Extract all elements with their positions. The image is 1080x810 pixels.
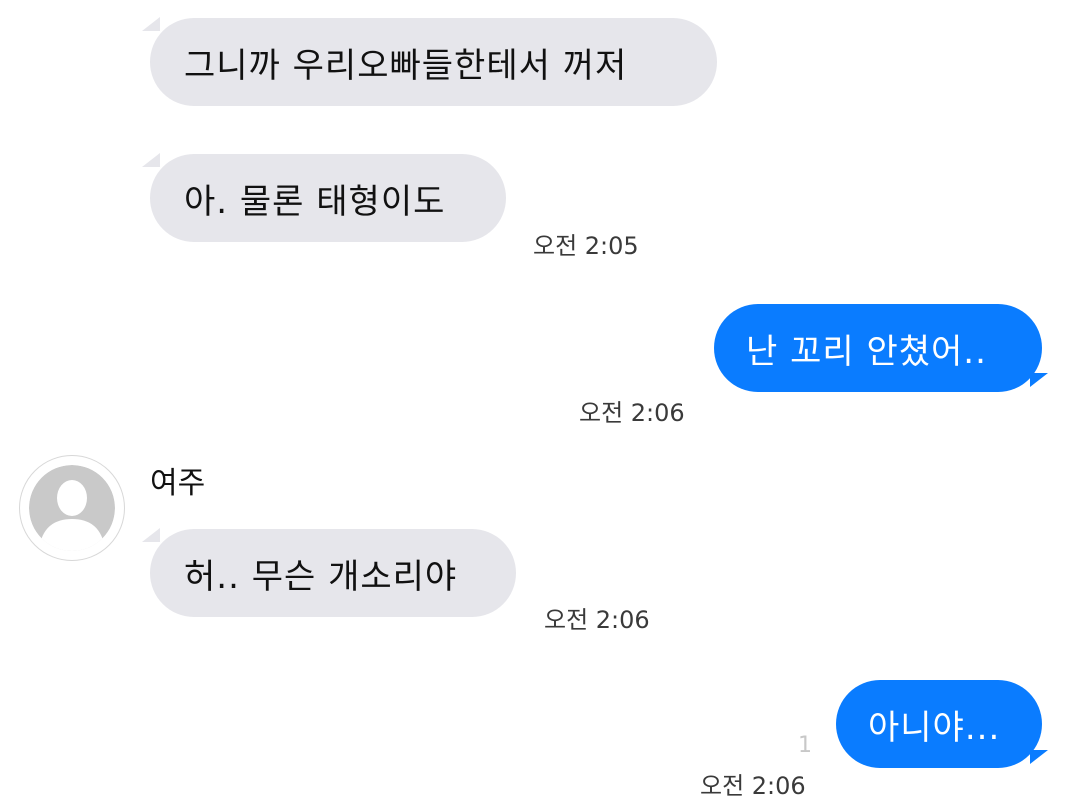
incoming-message-bubble[interactable]: 허.. 무슨 개소리야 xyxy=(150,529,516,617)
message-text: 허.. 무슨 개소리야 xyxy=(184,556,458,597)
sender-name: 여주 xyxy=(150,466,206,501)
incoming-bubble-tail xyxy=(142,528,160,542)
message-timestamp: 오전 2:05 xyxy=(533,232,639,260)
message-text: 아. 물론 태형이도 xyxy=(184,181,446,222)
outgoing-message-bubble[interactable]: 난 꼬리 안쳤어.. xyxy=(714,304,1042,392)
message-timestamp: 오전 2:06 xyxy=(579,399,685,427)
person-silhouette-icon xyxy=(29,465,115,551)
message-text: 아니야... xyxy=(868,707,1001,748)
message-timestamp: 오전 2:06 xyxy=(700,772,806,800)
incoming-message-bubble[interactable]: 그니까 우리오빠들한테서 꺼저 xyxy=(150,18,717,106)
outgoing-bubble-tail xyxy=(1030,373,1048,387)
incoming-bubble-tail xyxy=(142,153,160,167)
incoming-bubble-tail xyxy=(142,17,160,31)
incoming-message-bubble[interactable]: 아. 물론 태형이도 xyxy=(150,154,506,242)
outgoing-bubble-tail xyxy=(1030,750,1048,764)
unread-count-badge: 1 xyxy=(798,733,812,758)
chat-thread: 그니까 우리오빠들한테서 꺼저 아. 물론 태형이도 오전 2:05 난 꼬리 … xyxy=(0,0,1080,810)
outgoing-message-bubble[interactable]: 아니야... xyxy=(836,680,1042,768)
message-text: 그니까 우리오빠들한테서 꺼저 xyxy=(184,45,628,86)
message-timestamp: 오전 2:06 xyxy=(544,606,650,634)
message-text: 난 꼬리 안쳤어.. xyxy=(746,331,987,372)
default-profile-avatar-icon[interactable] xyxy=(19,455,125,561)
